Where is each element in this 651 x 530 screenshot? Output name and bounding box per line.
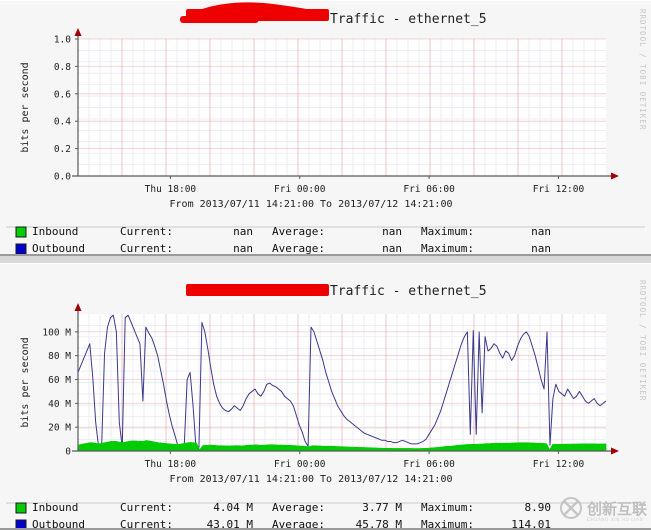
redaction-mark [180, 2, 329, 23]
y-tick-label: 1.0 [54, 35, 71, 46]
legend: Inbound Current: nan Average: nan Maximum: nan… [15, 225, 551, 255]
y-tick-label: 0.2 [54, 144, 71, 155]
legend-current-value: 43.01 M [207, 518, 254, 529]
y-axis-arrow-icon [74, 303, 82, 311]
x-tick-label: Fri 06:00 [403, 184, 455, 195]
legend-current-label: Current: [120, 242, 173, 255]
legend-current-value: nan [233, 242, 253, 255]
y-tick-label: 0.4 [54, 117, 71, 128]
y-tick-label: 0 [65, 447, 71, 458]
legend-series-name: Outbound [32, 518, 85, 529]
graph-title: Traffic - ethernet_5 [330, 12, 487, 27]
y-tick-label: 40 M [48, 399, 71, 410]
y-tick-label: 60 M [48, 375, 71, 386]
legend-current-value: nan [233, 225, 253, 238]
x-tick-label: Fri 12:00 [533, 184, 585, 195]
y-tick-label: 0.0 [54, 172, 71, 183]
x-tick-labels: Thu 18:00 Fri 00:00 Fri 06:00 Fri 12:00 [145, 451, 585, 470]
legend-current-label: Current: [120, 518, 173, 529]
legend-maximum-value: 8.90 [525, 501, 552, 514]
legend-maximum-label: Maximum: [421, 242, 474, 255]
rrdtool-watermark: RRDTOOL / TOBI OETIKER [638, 9, 647, 130]
legend-average-label: Average: [272, 518, 325, 529]
legend-current-label: Current: [120, 501, 173, 514]
legend-swatch [15, 243, 27, 254]
legend-maximum-label: Maximum: [421, 501, 474, 514]
y-tick-label: 100 M [42, 327, 71, 338]
time-range-text: From 2013/07/11 14:21:00 To 2013/07/12 1… [170, 474, 453, 485]
rrdtool-graph-page: Traffic - ethernet_5 RRDTOOL / TOBI OETIK… [0, 0, 651, 530]
x-tick-labels: Thu 18:00 Fri 00:00 Fri 06:00 Fri 12:00 [145, 176, 585, 195]
legend-average-label: Average: [272, 225, 325, 238]
y-tick-label: 0.6 [54, 89, 71, 100]
traffic-graph-top: Traffic - ethernet_5 RRDTOOL / TOBI OETIK… [6, 2, 647, 255]
graph-panel-bottom: Traffic - ethernet_5 RRDTOOL / TOBI OETIK… [0, 263, 651, 530]
x-tick-label: Thu 18:00 [145, 459, 197, 470]
graph-title: Traffic - ethernet_5 [330, 284, 487, 299]
legend-series-name: Inbound [32, 225, 78, 238]
x-tick-label: Fri 06:00 [403, 459, 455, 470]
legend-average-label: Average: [272, 242, 325, 255]
y-tick-label: 0.8 [54, 62, 71, 73]
y-axis-label: bits per second [20, 337, 31, 427]
legend-average-value: 45.78 M [356, 518, 403, 529]
legend-maximum-value: nan [531, 225, 551, 238]
legend: Inbound Current: 4.04 M Average: 3.77 M Maxim… [15, 501, 552, 529]
y-tick-label: 20 M [48, 423, 71, 434]
legend-maximum-value: nan [531, 242, 551, 255]
legend-average-value: 3.77 M [362, 501, 402, 514]
y-tick-label: 80 M [48, 351, 71, 362]
legend-maximum-label: Maximum: [421, 518, 474, 529]
redaction-mark [186, 284, 329, 296]
rrdtool-watermark: RRDTOOL / TOBI OETIKER [638, 280, 647, 401]
legend-average-value: nan [382, 242, 402, 255]
y-axis-arrow-icon [74, 28, 82, 36]
logo-sublabel: CHUANG XIN HU LIAN [587, 517, 643, 522]
traffic-graph-bottom: Traffic - ethernet_5 RRDTOOL / TOBI OETIK… [6, 280, 648, 529]
legend-average-value: nan [382, 225, 402, 238]
legend-average-label: Average: [272, 501, 325, 514]
time-range-text: From 2013/07/11 14:21:00 To 2013/07/12 1… [170, 199, 453, 210]
legend-series-name: Inbound [32, 501, 78, 514]
legend-current-label: Current: [120, 225, 173, 238]
legend-swatch [15, 519, 27, 528]
x-tick-label: Fri 00:00 [274, 184, 326, 195]
x-axis-arrow-icon [611, 172, 619, 180]
x-tick-label: Thu 18:00 [145, 184, 197, 195]
legend-swatch [15, 226, 27, 238]
legend-maximum-value: 114.01 [511, 518, 551, 529]
legend-swatch [15, 502, 27, 514]
x-axis-arrow-icon [611, 447, 619, 455]
logo-label: 创新互联 [586, 500, 648, 518]
legend-series-name: Outbound [32, 242, 85, 255]
graph-panel-top: Traffic - ethernet_5 RRDTOOL / TOBI OETIK… [0, 0, 651, 256]
legend-maximum-label: Maximum: [421, 225, 474, 238]
x-tick-label: Fri 12:00 [533, 459, 585, 470]
y-tick-labels: 0.0 0.2 0.4 0.6 0.8 1.0 [54, 35, 78, 183]
chuangxin-hulian-logo: 创新互联CHUANG XIN HU LIAN [560, 497, 648, 522]
legend-current-value: 4.04 M [213, 501, 253, 514]
x-tick-label: Fri 00:00 [274, 459, 326, 470]
y-tick-labels: 0 20 M 40 M 60 M 80 M 100 M [42, 327, 78, 458]
y-axis-label: bits per second [20, 62, 31, 152]
